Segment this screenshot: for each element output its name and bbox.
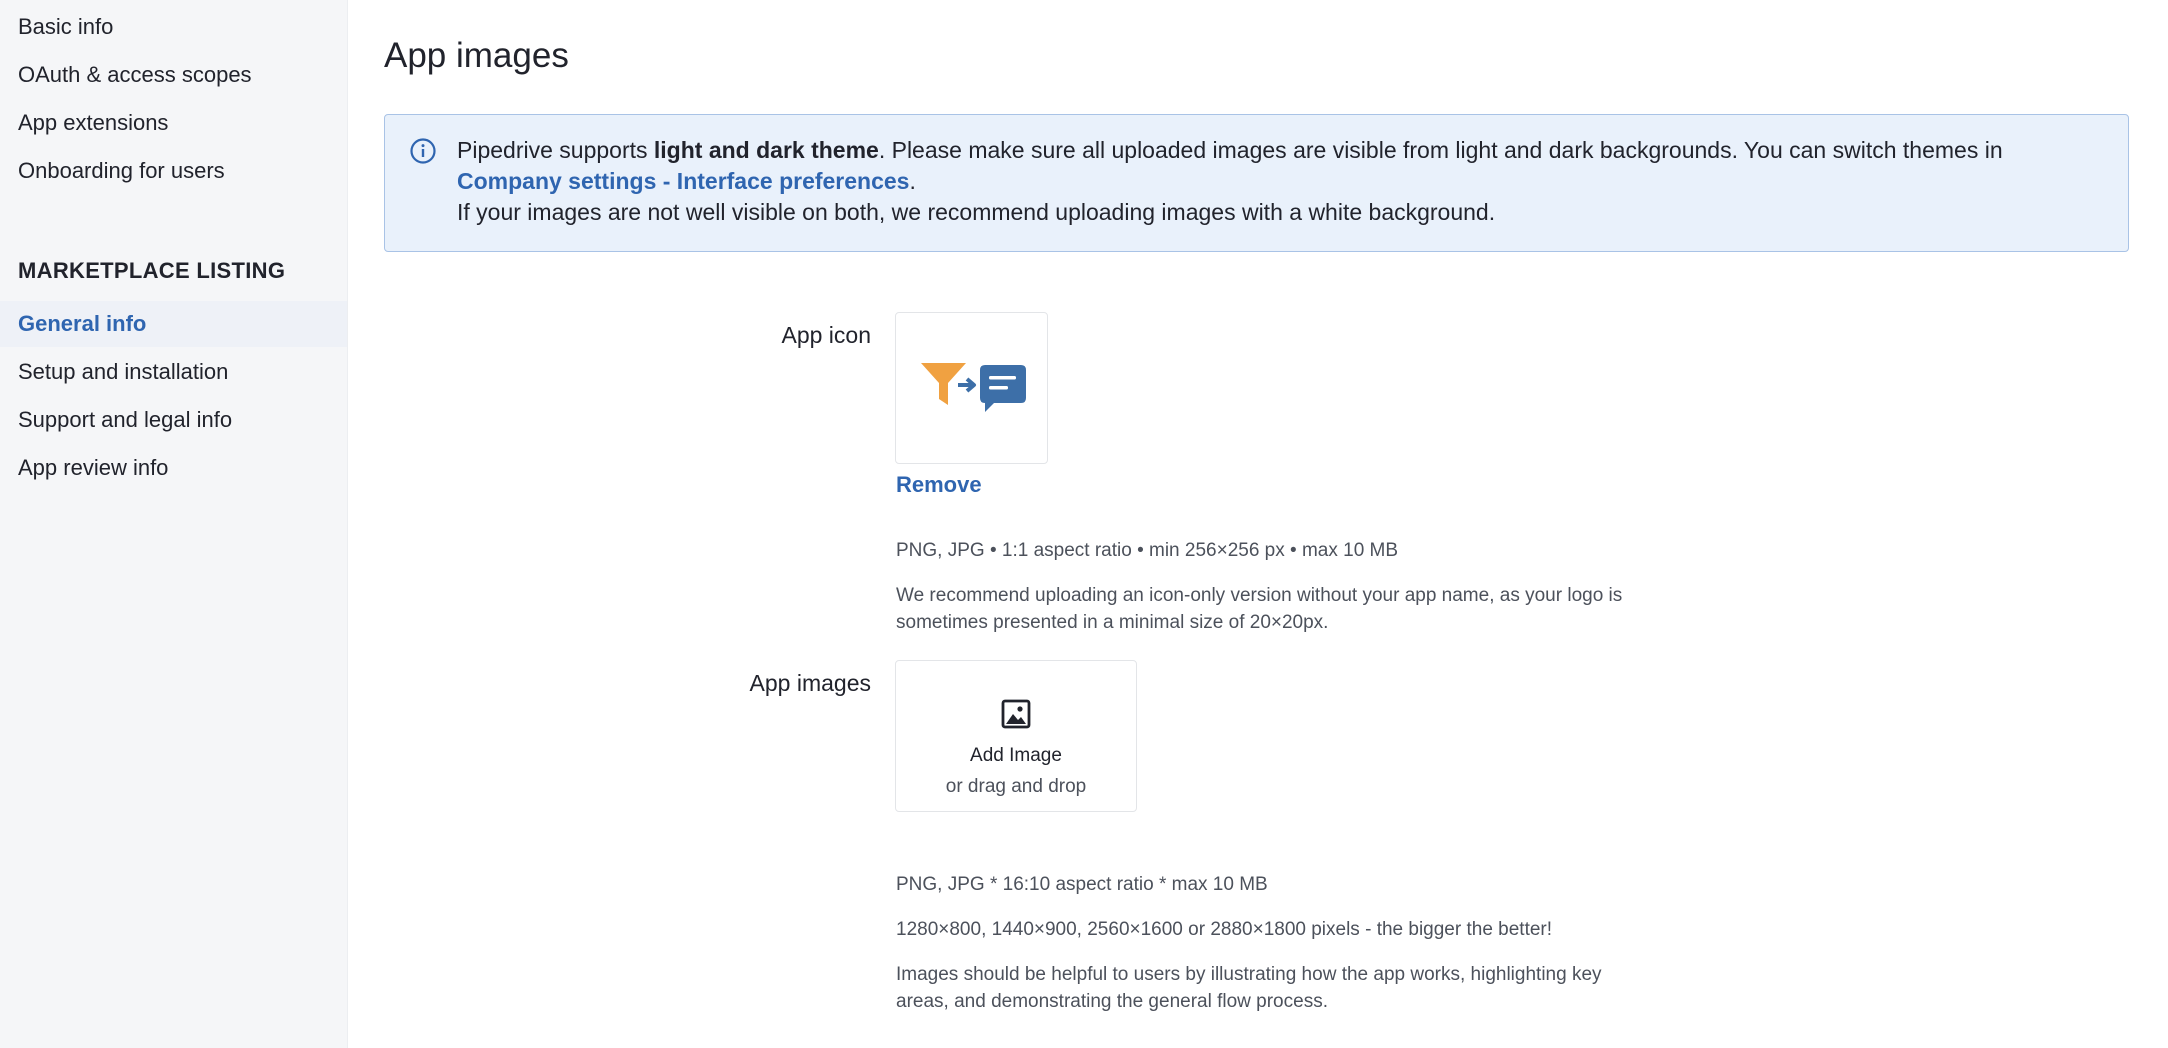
- banner-text-before: Pipedrive supports: [457, 137, 654, 163]
- app-icon-label: App icon: [781, 322, 871, 348]
- info-icon: [410, 138, 436, 164]
- add-image-dropzone[interactable]: Add Image or drag and drop: [895, 660, 1137, 812]
- theme-info-banner: Pipedrive supports light and dark theme.…: [384, 114, 2129, 252]
- app-images-sizes-hint: 1280×800, 1440×900, 2560×1600 or 2880×18…: [896, 919, 1553, 940]
- app-images-helpful-hint: Images should be helpful to users by ill…: [896, 964, 1602, 1012]
- funnel-chat-logo-icon: [921, 363, 1026, 412]
- sidebar-section-heading: MARKETPLACE LISTING: [18, 258, 286, 283]
- app-icon-preview[interactable]: [895, 312, 1048, 464]
- sidebar-item-app-review[interactable]: App review info: [18, 455, 168, 481]
- sidebar: Basic info OAuth & access scopes App ext…: [0, 0, 348, 1048]
- page-title: App images: [384, 36, 569, 75]
- sidebar-item-support-legal[interactable]: Support and legal info: [18, 407, 232, 433]
- app-images-label: App images: [749, 670, 871, 696]
- banner-text: Pipedrive supports light and dark theme.…: [457, 135, 2107, 228]
- app-icon-recommend-hint: We recommend uploading an icon-only vers…: [896, 585, 1623, 633]
- sidebar-item-general-info[interactable]: General info: [18, 311, 146, 337]
- banner-text-middle: . Please make sure all uploaded images a…: [878, 137, 2003, 163]
- sidebar-item-oauth[interactable]: OAuth & access scopes: [18, 62, 252, 88]
- main-content: App images Pipedrive supports light and …: [348, 0, 2168, 1048]
- interface-preferences-link[interactable]: Company settings - Interface preferences: [457, 168, 909, 194]
- sidebar-item-onboarding[interactable]: Onboarding for users: [18, 158, 225, 184]
- app-images-format-hint: PNG, JPG * 16:10 aspect ratio * max 10 M…: [896, 874, 1268, 895]
- banner-text-after: .: [909, 168, 916, 194]
- remove-icon-button[interactable]: Remove: [896, 472, 982, 498]
- sidebar-item-basic-info[interactable]: Basic info: [18, 14, 113, 40]
- banner-text-line2: If your images are not well visible on b…: [457, 199, 1496, 225]
- app-icon-format-hint: PNG, JPG • 1:1 aspect ratio • min 256×25…: [896, 540, 1399, 561]
- sidebar-item-app-extensions[interactable]: App extensions: [18, 110, 168, 136]
- sidebar-item-setup[interactable]: Setup and installation: [18, 359, 228, 385]
- image-icon: [1001, 699, 1031, 729]
- add-image-subtitle: or drag and drop: [945, 776, 1087, 797]
- banner-text-bold: light and dark theme: [653, 137, 879, 163]
- add-image-title: Add Image: [970, 745, 1062, 766]
